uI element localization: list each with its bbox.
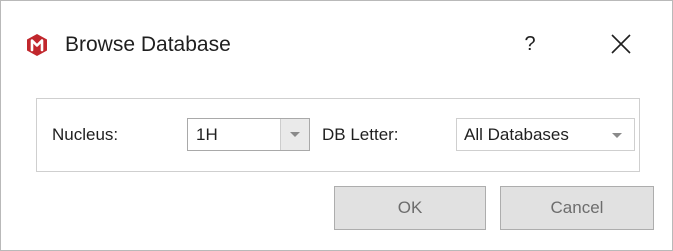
db-letter-label: DB Letter: bbox=[322, 125, 399, 144]
help-button[interactable]: ? bbox=[513, 27, 547, 61]
ok-button[interactable]: OK bbox=[334, 186, 486, 230]
nucleus-value: 1H bbox=[196, 125, 218, 144]
app-logo-icon bbox=[25, 33, 49, 57]
db-letter-value: All Databases bbox=[464, 125, 569, 144]
title-bar: Browse Database ? bbox=[1, 1, 672, 87]
nucleus-combo[interactable]: 1H bbox=[187, 118, 310, 151]
cancel-button[interactable]: Cancel bbox=[500, 186, 654, 230]
search-options-group: Nucleus: 1H DB Letter: All Databases bbox=[36, 98, 640, 172]
chevron-down-icon bbox=[290, 132, 300, 137]
close-icon bbox=[611, 34, 631, 54]
browse-database-dialog: Browse Database ? Nucleus: 1H DB Letter:… bbox=[0, 0, 673, 251]
close-button[interactable] bbox=[608, 31, 634, 57]
nucleus-label: Nucleus: bbox=[52, 125, 119, 144]
chevron-down-icon bbox=[612, 133, 622, 138]
dialog-title: Browse Database bbox=[65, 33, 231, 56]
db-letter-select[interactable]: All Databases bbox=[456, 118, 635, 151]
nucleus-dropdown-button[interactable] bbox=[280, 119, 309, 150]
